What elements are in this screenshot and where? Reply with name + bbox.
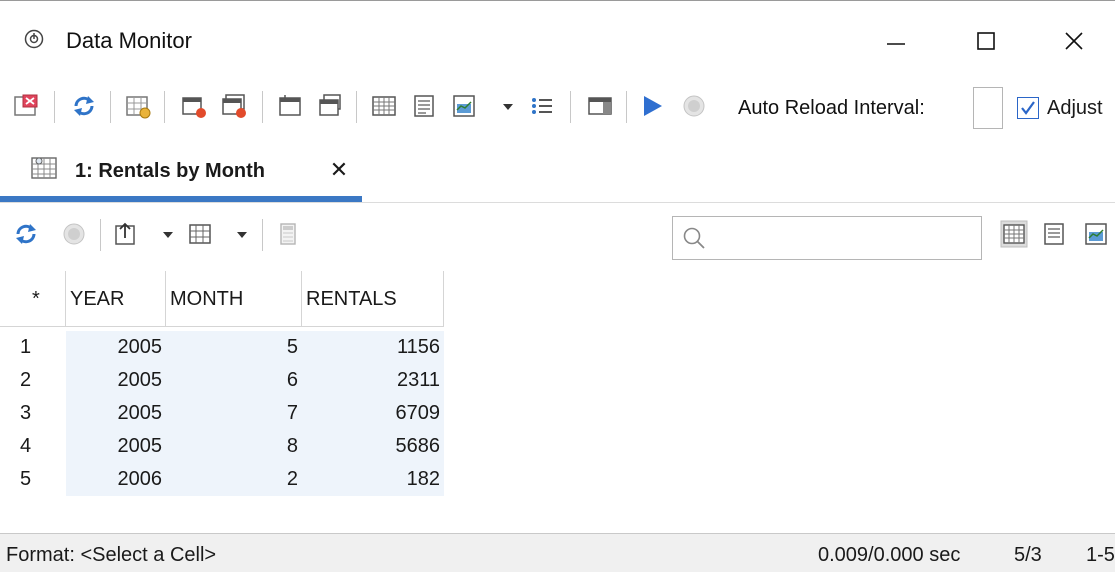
new-window-icon[interactable]: [276, 92, 304, 120]
data-monitor-window: Data Monitor Auto Reload Interval: Adjus…: [0, 0, 1115, 572]
chevron-down-icon[interactable]: [500, 92, 516, 120]
close-icon: [1065, 32, 1083, 50]
search-icon: [683, 227, 705, 249]
record-disabled-icon[interactable]: [60, 220, 88, 248]
grid-layout-icon[interactable]: [186, 220, 214, 248]
row-number: 3: [20, 402, 32, 424]
window-title: Data Monitor: [66, 28, 192, 53]
play-icon[interactable]: [638, 92, 666, 120]
stop-all-monitors-icon[interactable]: [220, 92, 248, 120]
minimize-icon: [887, 43, 905, 45]
toolbar-separator: [110, 91, 111, 123]
checkmark-icon: [1021, 101, 1035, 115]
toolbar-separator: [54, 91, 55, 123]
table-monitor-icon: [31, 157, 57, 179]
status-bar: Format: <Select a Cell> 0.009/0.000 sec …: [0, 533, 1115, 572]
chevron-down-icon[interactable]: [234, 220, 250, 248]
row-number: 5: [20, 468, 32, 490]
calculator-disabled-icon[interactable]: [274, 220, 302, 248]
active-tab-indicator: [0, 196, 362, 202]
grid-view-icon[interactable]: [370, 92, 398, 120]
cell-month[interactable]: 8: [166, 430, 302, 463]
chart-view-icon[interactable]: [1082, 220, 1110, 248]
monitor-settings-icon[interactable]: [124, 92, 152, 120]
refresh-icon[interactable]: [12, 220, 40, 248]
status-format: Format: <Select a Cell>: [6, 544, 217, 566]
status-row-count: 5/3: [1014, 544, 1042, 566]
cell-rentals[interactable]: 2311: [302, 364, 444, 397]
cell-year[interactable]: 2005: [66, 397, 166, 430]
cell-month[interactable]: 5: [166, 331, 302, 364]
grid-view-active-icon[interactable]: [1000, 220, 1028, 248]
record-disabled-icon[interactable]: [680, 92, 708, 120]
cell-month[interactable]: 7: [166, 397, 302, 430]
list-options-icon[interactable]: [528, 92, 556, 120]
form-view-icon[interactable]: [410, 92, 438, 120]
row-number: 2: [20, 369, 32, 391]
cell-rentals[interactable]: 182: [302, 463, 444, 496]
panel-toggle-icon[interactable]: [586, 92, 614, 120]
export-icon[interactable]: [112, 220, 140, 248]
result-toolbar: [0, 211, 1115, 263]
cascade-windows-icon[interactable]: [316, 92, 344, 120]
column-header-month[interactable]: MONTH: [166, 271, 302, 327]
maximize-button[interactable]: [958, 19, 1014, 63]
cell-rentals[interactable]: 5686: [302, 430, 444, 463]
adjust-label: Adjust: [1047, 97, 1103, 119]
auto-reload-label: Auto Reload Interval:: [738, 97, 925, 119]
auto-reload-interval-input[interactable]: [973, 87, 1003, 129]
toolbar-separator: [262, 91, 263, 123]
status-query-time: 0.009/0.000 sec: [818, 544, 961, 566]
column-header-rentals[interactable]: RENTALS: [302, 271, 444, 327]
form-view-icon[interactable]: [1040, 220, 1068, 248]
cell-year[interactable]: 2006: [66, 463, 166, 496]
toolbar-separator: [626, 91, 627, 123]
cell-rentals[interactable]: 1156: [302, 331, 444, 364]
column-header-year[interactable]: YEAR: [66, 271, 166, 327]
toolbar-separator: [356, 91, 357, 123]
title-bar: Data Monitor: [0, 1, 1115, 79]
cell-month[interactable]: 2: [166, 463, 302, 496]
search-input[interactable]: [672, 216, 982, 260]
main-toolbar: Auto Reload Interval: Adjust: [0, 83, 1115, 133]
cell-year[interactable]: 2005: [66, 331, 166, 364]
toolbar-separator: [100, 219, 101, 251]
status-row-range: 1-5: [1086, 544, 1115, 566]
gauge-icon: [24, 29, 44, 49]
tab-label: 1: Rentals by Month: [75, 160, 266, 182]
row-number: 1: [20, 336, 32, 358]
toolbar-separator: [570, 91, 571, 123]
tab-rentals-by-month[interactable]: 1: Rentals by Month ✕: [0, 143, 362, 203]
stop-monitor-icon[interactable]: [180, 92, 208, 120]
row-number: 4: [20, 435, 32, 457]
refresh-icon[interactable]: [70, 92, 98, 120]
cell-year[interactable]: 2005: [66, 364, 166, 397]
close-all-monitors-icon[interactable]: [12, 92, 40, 120]
row-marker-header[interactable]: *: [0, 271, 66, 327]
cell-month[interactable]: 6: [166, 364, 302, 397]
chart-view-icon[interactable]: [450, 92, 478, 120]
tab-bar: 1: Rentals by Month ✕: [0, 143, 1115, 203]
maximize-icon: [977, 32, 995, 50]
minimize-button[interactable]: [868, 19, 924, 63]
close-button[interactable]: [1046, 19, 1102, 63]
tab-close-button[interactable]: ✕: [328, 159, 350, 181]
chevron-down-icon[interactable]: [160, 220, 176, 248]
cell-rentals[interactable]: 6709: [302, 397, 444, 430]
adjust-checkbox[interactable]: [1017, 97, 1039, 119]
cell-year[interactable]: 2005: [66, 430, 166, 463]
toolbar-separator: [262, 219, 263, 251]
toolbar-separator: [164, 91, 165, 123]
